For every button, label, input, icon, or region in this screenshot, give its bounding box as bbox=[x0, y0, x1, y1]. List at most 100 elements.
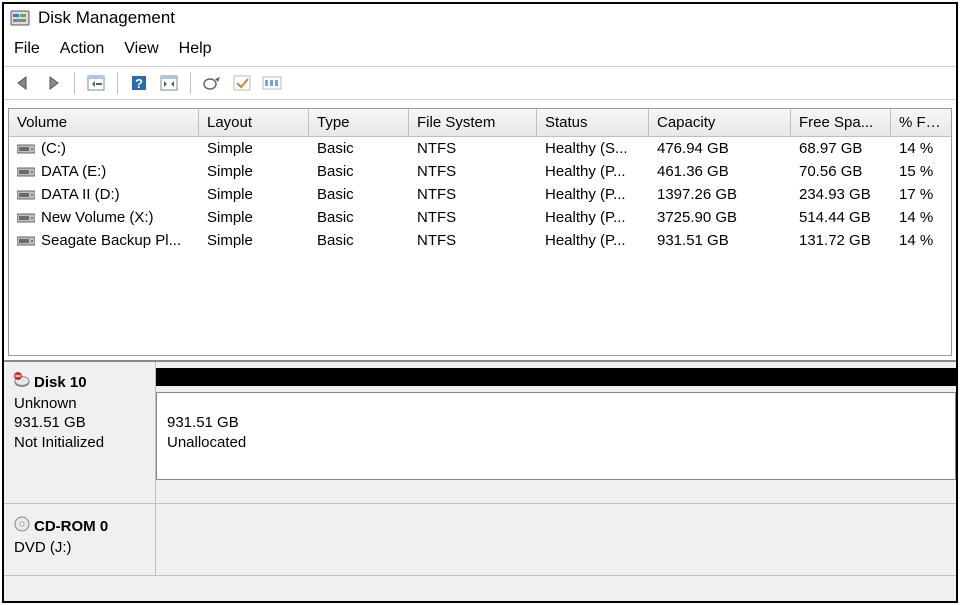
cdrom-title-text: CD-ROM 0 bbox=[34, 517, 108, 537]
show-hide-console-tree-button[interactable] bbox=[83, 71, 109, 95]
menu-view[interactable]: View bbox=[124, 40, 158, 58]
volume-layout: Simple bbox=[199, 137, 309, 160]
volume-fs: NTFS bbox=[409, 160, 537, 183]
volume-status: Healthy (P... bbox=[537, 160, 649, 183]
apply-button[interactable] bbox=[229, 71, 255, 95]
cdrom-region-container bbox=[156, 504, 956, 575]
volume-capacity: 931.51 GB bbox=[649, 229, 791, 252]
help-button[interactable]: ? bbox=[126, 71, 152, 95]
volume-free: 514.44 GB bbox=[791, 206, 891, 229]
volume-type: Basic bbox=[309, 183, 409, 206]
back-button[interactable] bbox=[10, 71, 36, 95]
volume-name: (C:) bbox=[41, 140, 66, 157]
disk-title-text: Disk 10 bbox=[34, 373, 87, 393]
toolbar: ? bbox=[4, 67, 956, 100]
volume-capacity: 461.36 GB bbox=[649, 160, 791, 183]
column-header-free-space[interactable]: Free Spa... bbox=[791, 109, 891, 136]
volume-pct: 15 % bbox=[891, 160, 951, 183]
menu-help[interactable]: Help bbox=[179, 40, 212, 58]
volume-capacity: 476.94 GB bbox=[649, 137, 791, 160]
forward-button[interactable] bbox=[40, 71, 66, 95]
volume-type: Basic bbox=[309, 160, 409, 183]
menu-bar: File Action View Help bbox=[4, 34, 956, 67]
disk-row-cdrom0[interactable]: CD-ROM 0 DVD (J:) bbox=[4, 504, 956, 576]
volume-name: DATA (E:) bbox=[41, 163, 106, 180]
volume-list-pane: Volume Layout Type File System Status Ca… bbox=[8, 108, 952, 356]
column-header-filesystem[interactable]: File System bbox=[409, 109, 537, 136]
window-title: Disk Management bbox=[38, 8, 175, 28]
volume-status: Healthy (P... bbox=[537, 206, 649, 229]
disk-graphical-pane: Disk 10 Unknown 931.51 GB Not Initialize… bbox=[4, 360, 956, 601]
volume-type: Basic bbox=[309, 137, 409, 160]
volume-free: 68.97 GB bbox=[791, 137, 891, 160]
volume-icon bbox=[17, 143, 35, 155]
volume-name: Seagate Backup Pl... bbox=[41, 232, 181, 249]
disk-size: 931.51 GB bbox=[14, 413, 147, 433]
menu-action[interactable]: Action bbox=[60, 40, 104, 58]
title-bar: Disk Management bbox=[4, 4, 956, 34]
column-header-status[interactable]: Status bbox=[537, 109, 649, 136]
disk-management-icon bbox=[10, 8, 30, 28]
cdrom-icon bbox=[14, 516, 30, 538]
volume-capacity: 1397.26 GB bbox=[649, 183, 791, 206]
volume-list-header: Volume Layout Type File System Status Ca… bbox=[9, 109, 951, 137]
table-row[interactable]: Seagate Backup Pl... SimpleBasicNTFSHealt… bbox=[9, 229, 951, 252]
column-header-volume[interactable]: Volume bbox=[9, 109, 199, 136]
volume-layout: Simple bbox=[199, 229, 309, 252]
table-row[interactable]: (C:) SimpleBasicNTFSHealthy (S...476.94 G… bbox=[9, 137, 951, 160]
disk-info-disk10: Disk 10 Unknown 931.51 GB Not Initialize… bbox=[4, 362, 156, 503]
table-row[interactable]: New Volume (X:) SimpleBasicNTFSHealthy (P… bbox=[9, 206, 951, 229]
volume-free: 70.56 GB bbox=[791, 160, 891, 183]
volume-icon bbox=[17, 235, 35, 247]
disk-info-cdrom0: CD-ROM 0 DVD (J:) bbox=[4, 504, 156, 575]
volume-pct: 14 % bbox=[891, 206, 951, 229]
disk-not-initialized: Not Initialized bbox=[14, 433, 147, 453]
toolbar-separator bbox=[74, 72, 75, 94]
volume-layout: Simple bbox=[199, 183, 309, 206]
column-header-capacity[interactable]: Capacity bbox=[649, 109, 791, 136]
volume-fs: NTFS bbox=[409, 137, 537, 160]
column-header-percent-free[interactable]: % Free bbox=[891, 109, 951, 136]
volume-icon bbox=[17, 189, 35, 201]
volume-status: Healthy (S... bbox=[537, 137, 649, 160]
volume-capacity: 3725.90 GB bbox=[649, 206, 791, 229]
rescan-disks-button[interactable] bbox=[199, 71, 225, 95]
volume-fs: NTFS bbox=[409, 206, 537, 229]
volume-icon bbox=[17, 212, 35, 224]
volume-status: Healthy (P... bbox=[537, 183, 649, 206]
disk-management-window: Disk Management File Action View Help ? bbox=[2, 2, 958, 603]
volume-pct: 14 % bbox=[891, 229, 951, 252]
disk-error-icon bbox=[14, 372, 30, 394]
volume-name: New Volume (X:) bbox=[41, 209, 154, 226]
volume-pct: 14 % bbox=[891, 137, 951, 160]
disk-region-container: 931.51 GB Unallocated bbox=[156, 362, 956, 503]
toolbar-separator bbox=[117, 72, 118, 94]
volume-type: Basic bbox=[309, 229, 409, 252]
svg-text:?: ? bbox=[135, 76, 143, 91]
volume-layout: Simple bbox=[199, 160, 309, 183]
volume-fs: NTFS bbox=[409, 183, 537, 206]
menu-file[interactable]: File bbox=[14, 40, 40, 58]
refresh-button[interactable] bbox=[156, 71, 182, 95]
column-header-type[interactable]: Type bbox=[309, 109, 409, 136]
unallocated-region[interactable]: 931.51 GB Unallocated bbox=[156, 392, 956, 480]
table-row[interactable]: DATA (E:) SimpleBasicNTFSHealthy (P...461… bbox=[9, 160, 951, 183]
volume-type: Basic bbox=[309, 206, 409, 229]
disk-status-unknown: Unknown bbox=[14, 394, 147, 414]
unallocated-stripe bbox=[156, 368, 956, 386]
column-header-layout[interactable]: Layout bbox=[199, 109, 309, 136]
table-row[interactable]: DATA II (D:) SimpleBasicNTFSHealthy (P...… bbox=[9, 183, 951, 206]
volume-free: 131.72 GB bbox=[791, 229, 891, 252]
toolbar-separator bbox=[190, 72, 191, 94]
volume-status: Healthy (P... bbox=[537, 229, 649, 252]
volume-list-body: (C:)SimpleBasicNTFSHealthy (S...476.94 G… bbox=[9, 137, 951, 252]
disk-row-disk10[interactable]: Disk 10 Unknown 931.51 GB Not Initialize… bbox=[4, 362, 956, 504]
volume-pct: 17 % bbox=[891, 183, 951, 206]
settings-button[interactable] bbox=[259, 71, 285, 95]
cdrom-drive-letter: DVD (J:) bbox=[14, 538, 147, 558]
volume-free: 234.93 GB bbox=[791, 183, 891, 206]
volume-name: DATA II (D:) bbox=[41, 186, 120, 203]
volume-layout: Simple bbox=[199, 206, 309, 229]
volume-fs: NTFS bbox=[409, 229, 537, 252]
volume-icon bbox=[17, 166, 35, 178]
